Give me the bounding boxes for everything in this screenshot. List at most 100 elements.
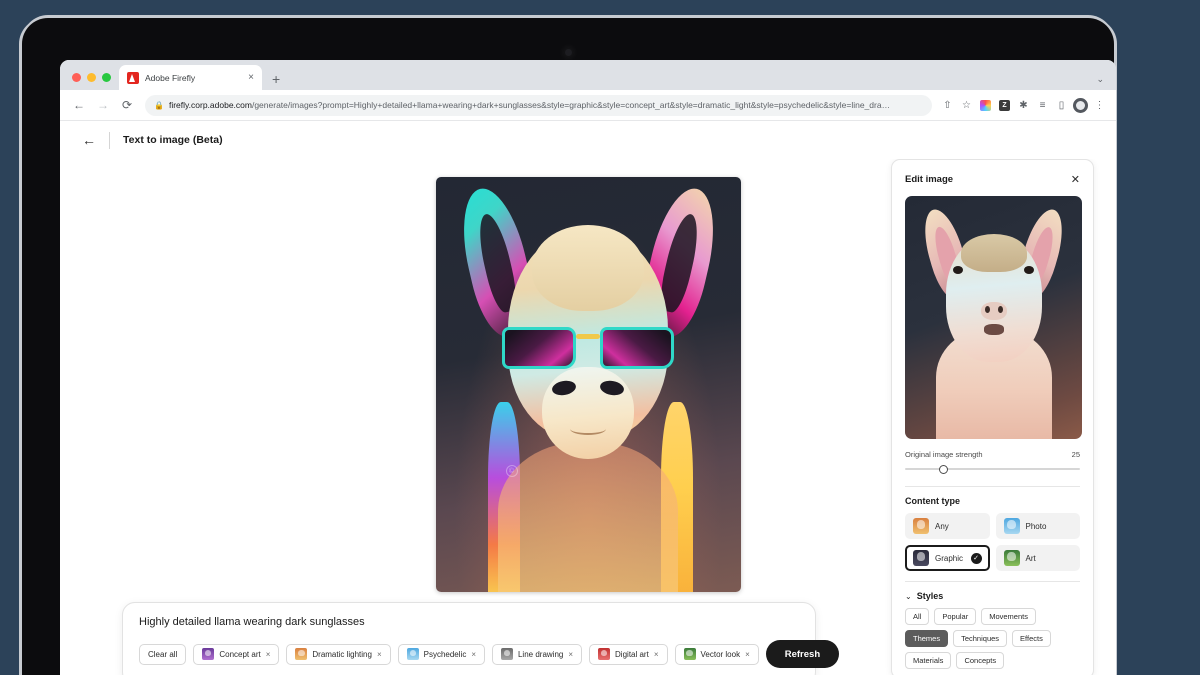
close-window-button[interactable] xyxy=(72,73,81,82)
style-tag-psychedelic[interactable]: Psychedelic × xyxy=(398,644,485,665)
generated-image[interactable]: © xyxy=(436,177,741,592)
style-tag-label: Digital art xyxy=(615,650,649,659)
style-tag-digital-art[interactable]: Digital art × xyxy=(589,644,667,665)
style-thumb-icon xyxy=(295,648,307,660)
reload-icon[interactable]: ⟳ xyxy=(116,94,138,116)
content-type-graphic[interactable]: Graphic ✓ xyxy=(905,545,990,571)
remove-tag-icon[interactable]: × xyxy=(266,650,271,659)
content-type-art[interactable]: Art xyxy=(996,545,1081,571)
style-tag-label: Line drawing xyxy=(518,650,563,659)
edit-image-panel: Edit image ✕ xyxy=(891,159,1094,675)
chevron-down-icon[interactable]: ⌄ xyxy=(1096,74,1104,85)
style-tag-concept-art[interactable]: Concept art × xyxy=(193,644,279,665)
browser-toolbar: ← → ⟳ 🔒 firefly.corp.adobe.com/generate/… xyxy=(60,90,1116,121)
divider xyxy=(905,581,1080,582)
strength-slider-labels: Original image strength 25 xyxy=(905,450,1080,459)
style-thumb-icon xyxy=(684,648,696,660)
reference-image[interactable] xyxy=(905,196,1082,439)
remove-tag-icon[interactable]: × xyxy=(654,650,659,659)
chevron-down-icon: ⌄ xyxy=(905,592,912,601)
url-path: /generate/images?prompt=Highly+detailed+… xyxy=(252,100,890,110)
llama-chest xyxy=(498,442,678,592)
ref-llama-nose xyxy=(981,302,1007,320)
browser-window: Adobe Firefly × + ⌄ ← → ⟳ 🔒 firefly.corp… xyxy=(60,60,1116,675)
browser-tab-strip: Adobe Firefly × + ⌄ xyxy=(60,60,1116,90)
remove-tag-icon[interactable]: × xyxy=(471,650,476,659)
close-icon[interactable]: ✕ xyxy=(1071,173,1080,186)
style-filter-chips: All Popular Movements Themes Techniques … xyxy=(905,608,1080,669)
reading-list-icon[interactable]: ≡ xyxy=(1034,97,1051,114)
strength-slider-label: Original image strength xyxy=(905,450,983,459)
style-tag-dramatic-lighting[interactable]: Dramatic lighting × xyxy=(286,644,390,665)
filter-chip-all[interactable]: All xyxy=(905,608,929,625)
style-tag-vector-look[interactable]: Vector look × xyxy=(675,644,759,665)
share-icon[interactable]: ⇧ xyxy=(939,97,956,114)
clear-all-label: Clear all xyxy=(148,650,177,659)
llama-muzzle xyxy=(542,367,634,459)
tab-close-icon[interactable]: × xyxy=(248,73,254,83)
browser-tab[interactable]: Adobe Firefly × xyxy=(119,65,262,90)
filter-chip-concepts[interactable]: Concepts xyxy=(956,652,1004,669)
strength-slider[interactable] xyxy=(905,462,1080,476)
remove-tag-icon[interactable]: × xyxy=(568,650,573,659)
filter-chip-popular[interactable]: Popular xyxy=(934,608,976,625)
style-tag-label: Concept art xyxy=(219,650,260,659)
panel-title: Edit image xyxy=(905,174,953,185)
ref-llama-eye-right xyxy=(1024,266,1034,274)
content-type-label: Graphic xyxy=(935,554,963,563)
filter-chip-movements[interactable]: Movements xyxy=(981,608,1036,625)
content-type-thumb-icon xyxy=(1004,550,1020,566)
content-type-thumb-icon xyxy=(913,518,929,534)
content-type-thumb-icon xyxy=(913,550,929,566)
forward-icon[interactable]: → xyxy=(92,94,114,116)
filter-chip-techniques[interactable]: Techniques xyxy=(953,630,1007,647)
zotero-extension-icon[interactable]: Z xyxy=(996,97,1013,114)
strength-slider-value: 25 xyxy=(1072,450,1080,459)
minimize-window-button[interactable] xyxy=(87,73,96,82)
style-tag-label: Vector look xyxy=(701,650,741,659)
new-tab-icon[interactable]: + xyxy=(272,72,280,86)
page-title: Text to image (Beta) xyxy=(123,134,223,146)
remove-tag-icon[interactable]: × xyxy=(377,650,382,659)
ref-llama-eye-left xyxy=(953,266,963,274)
content-type-any[interactable]: Any xyxy=(905,513,990,539)
puzzle-extension-icon[interactable]: ✱ xyxy=(1015,97,1032,114)
style-thumb-icon xyxy=(202,648,214,660)
filter-chip-effects[interactable]: Effects xyxy=(1012,630,1051,647)
content-type-label: Any xyxy=(935,522,949,531)
slider-knob[interactable] xyxy=(939,465,948,474)
app-body: © Highly detailed llama wearing dark sun… xyxy=(60,159,1116,675)
bookmark-star-icon[interactable]: ☆ xyxy=(958,97,975,114)
avatar[interactable] xyxy=(1072,97,1089,114)
overflow-menu-icon[interactable]: ⋮ xyxy=(1091,97,1108,114)
split-panel-icon[interactable]: ▯ xyxy=(1053,97,1070,114)
back-icon[interactable]: ← xyxy=(68,94,90,116)
content-type-title: Content type xyxy=(905,496,1080,506)
style-tag-label: Dramatic lighting xyxy=(312,650,372,659)
url-domain: firefly.corp.adobe.com xyxy=(169,100,252,110)
header-divider xyxy=(109,132,110,149)
lock-icon: 🔒 xyxy=(154,101,164,110)
filter-chip-themes[interactable]: Themes xyxy=(905,630,948,647)
prompt-input[interactable]: Highly detailed llama wearing dark sungl… xyxy=(139,616,799,628)
window-controls[interactable] xyxy=(70,73,119,90)
app-back-icon[interactable]: ← xyxy=(82,132,96,148)
content-type-photo[interactable]: Photo xyxy=(996,513,1081,539)
content-type-grid: Any Photo Graphic ✓ A xyxy=(905,513,1080,571)
filter-chip-materials[interactable]: Materials xyxy=(905,652,951,669)
grid-extension-icon[interactable] xyxy=(977,97,994,114)
content-type-label: Art xyxy=(1026,554,1036,563)
style-thumb-icon xyxy=(407,648,419,660)
sunglasses-icon xyxy=(502,325,674,373)
style-tag-line-drawing[interactable]: Line drawing × xyxy=(492,644,582,665)
content-type-label: Photo xyxy=(1026,522,1047,531)
styles-section-header[interactable]: ⌄ Styles xyxy=(905,591,1080,601)
address-bar[interactable]: 🔒 firefly.corp.adobe.com/generate/images… xyxy=(145,95,932,116)
webcam-icon xyxy=(565,49,572,56)
remove-tag-icon[interactable]: × xyxy=(745,650,750,659)
clear-all-button[interactable]: Clear all xyxy=(139,644,186,665)
refresh-button[interactable]: Refresh xyxy=(766,640,839,668)
llama-forelock xyxy=(532,225,644,311)
maximize-window-button[interactable] xyxy=(102,73,111,82)
style-tag-label: Psychedelic xyxy=(424,650,467,659)
